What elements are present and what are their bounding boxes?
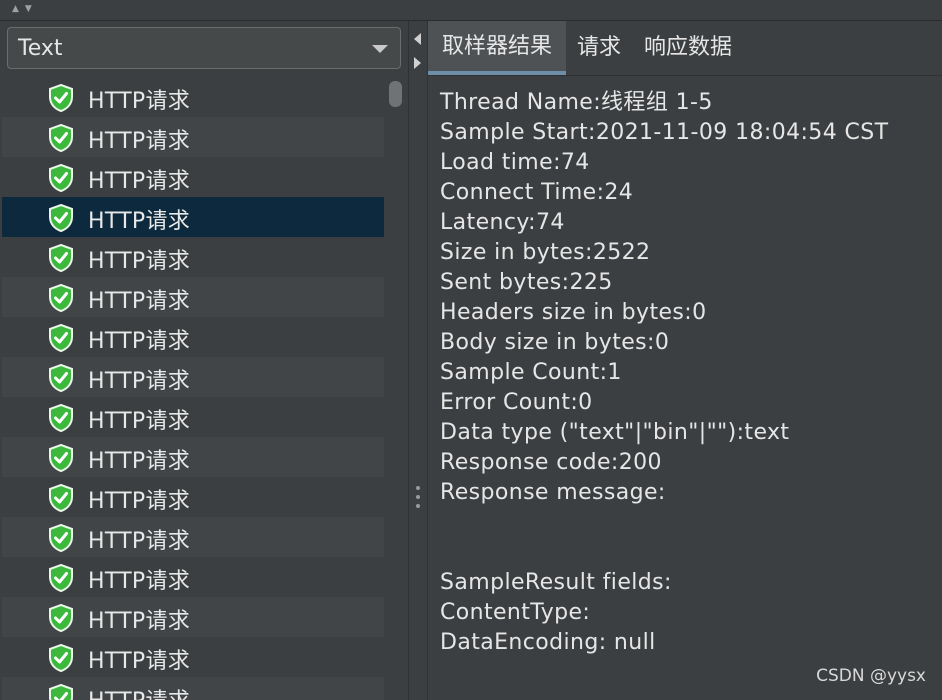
success-shield-icon: [49, 524, 73, 552]
tab-request[interactable]: 请求: [568, 21, 630, 75]
tree-item[interactable]: HTTP请求: [2, 237, 384, 277]
tree-item[interactable]: HTTP请求: [2, 637, 384, 677]
success-shield-icon: [49, 404, 73, 432]
collapse-bar: ▲▼: [0, 0, 942, 21]
success-shield-icon: [49, 204, 73, 232]
success-shield-icon: [49, 444, 73, 472]
tree-item-label: HTTP请求: [88, 249, 191, 274]
tree-item[interactable]: HTTP请求: [2, 557, 384, 597]
sample-list-panel: Text HTTP请求 HTTP请求 HTTP请求 HTTP请求 HTTP请求 HTTP请…: [0, 21, 408, 700]
tree-item[interactable]: HTTP请求: [2, 397, 384, 437]
success-shield-icon: [49, 604, 73, 632]
tree-item-label: HTTP请求: [88, 369, 191, 394]
tab-response-data[interactable]: 响应数据: [636, 21, 740, 75]
chevron-down-icon[interactable]: [372, 45, 388, 53]
sample-tree: HTTP请求 HTTP请求 HTTP请求 HTTP请求 HTTP请求 HTTP请求 HTTP…: [2, 77, 384, 700]
result-line: Sample Count:1: [440, 360, 622, 385]
result-line: DataEncoding: null: [440, 630, 656, 655]
tree-item-label: HTTP请求: [88, 409, 191, 434]
tree-item-label: HTTP请求: [88, 569, 191, 594]
success-shield-icon: [49, 684, 73, 700]
watermark: CSDN @yysx: [816, 666, 926, 686]
tree-item[interactable]: HTTP请求: [2, 277, 384, 317]
tree-item[interactable]: HTTP请求: [2, 477, 384, 517]
result-line: Data type ("text"|"bin"|""):text: [440, 420, 790, 445]
tree-item[interactable]: HTTP请求: [2, 437, 384, 477]
panel-splitter[interactable]: [408, 21, 428, 700]
success-shield-icon: [49, 164, 73, 192]
tab-sampler-result[interactable]: 取样器结果: [428, 21, 566, 75]
tree-item[interactable]: HTTP请求: [2, 357, 384, 397]
tree-item-label: HTTP请求: [88, 169, 191, 194]
renderer-select-value: Text: [18, 36, 63, 61]
result-line: Body size in bytes:0: [440, 330, 670, 355]
tree-item-label: HTTP请求: [88, 289, 191, 314]
tree-item[interactable]: HTTP请求: [2, 157, 384, 197]
tree-scrollbar-thumb[interactable]: [389, 81, 402, 107]
tree-item-label: HTTP请求: [88, 449, 191, 474]
tree-item[interactable]: HTTP请求: [2, 77, 384, 117]
success-shield-icon: [49, 284, 73, 312]
tree-item-label: HTTP请求: [88, 609, 191, 634]
result-line: Error Count:0: [440, 390, 593, 415]
result-line: Size in bytes:2522: [440, 240, 651, 265]
collapse-left-icon[interactable]: [414, 33, 421, 45]
detail-panel: 取样器结果 请求 响应数据 Thread Name:线程组 1-5 Sample …: [428, 21, 942, 700]
tree-item-label: HTTP请求: [88, 209, 191, 234]
result-line: Response code:200: [440, 450, 662, 475]
tree-item-label: HTTP请求: [88, 649, 191, 674]
collapse-right-icon[interactable]: [414, 57, 421, 69]
success-shield-icon: [49, 364, 73, 392]
result-line: Sample Start:2021-11-09 18:04:54 CST: [440, 120, 889, 145]
success-shield-icon: [49, 124, 73, 152]
result-line: Load time:74: [440, 150, 590, 175]
tree-item-label: HTTP请求: [88, 683, 190, 700]
result-line: [440, 508, 940, 538]
results-tree-window: ▲▼ Text HTTP请求 HTTP请求 HTTP请求 HTTP请求 HTTP请求 HT…: [0, 0, 942, 700]
collapse-arrows-icon[interactable]: ▲▼: [12, 4, 38, 14]
result-line: Sent bytes:225: [440, 270, 613, 295]
success-shield-icon: [49, 244, 73, 272]
sampler-result-text[interactable]: Thread Name:线程组 1-5 Sample Start:2021-11-…: [440, 88, 940, 658]
success-shield-icon: [49, 484, 73, 512]
tree-item[interactable]: HTTP请求: [2, 597, 384, 637]
splitter-grip-icon[interactable]: [416, 486, 420, 513]
tree-item-label: HTTP请求: [88, 89, 191, 114]
tree-item-label: HTTP请求: [88, 129, 191, 154]
tree-item-label: HTTP请求: [88, 329, 191, 354]
result-line: SampleResult fields:: [440, 570, 672, 595]
tree-item-label: HTTP请求: [88, 489, 191, 514]
success-shield-icon: [49, 644, 73, 672]
result-line: Headers size in bytes:0: [440, 300, 707, 325]
result-line: Thread Name:线程组 1-5: [440, 90, 713, 115]
detail-tabs: 取样器结果 请求 响应数据: [428, 21, 942, 76]
result-line: Connect Time:24: [440, 180, 634, 205]
tree-item[interactable]: HTTP请求: [2, 517, 384, 557]
result-line: Response message:: [440, 480, 666, 505]
tree-item[interactable]: HTTP请求: [2, 197, 384, 237]
result-line: [440, 538, 940, 568]
result-line: Latency:74: [440, 210, 565, 235]
tree-item[interactable]: HTTP请求: [2, 677, 384, 700]
success-shield-icon: [49, 324, 73, 352]
tree-item[interactable]: HTTP请求: [2, 317, 384, 357]
success-shield-icon: [49, 84, 73, 112]
tree-item-label: HTTP请求: [88, 529, 191, 554]
tree-item[interactable]: HTTP请求: [2, 117, 384, 157]
renderer-select[interactable]: Text: [7, 27, 401, 69]
result-line: ContentType:: [440, 600, 591, 625]
success-shield-icon: [49, 564, 73, 592]
